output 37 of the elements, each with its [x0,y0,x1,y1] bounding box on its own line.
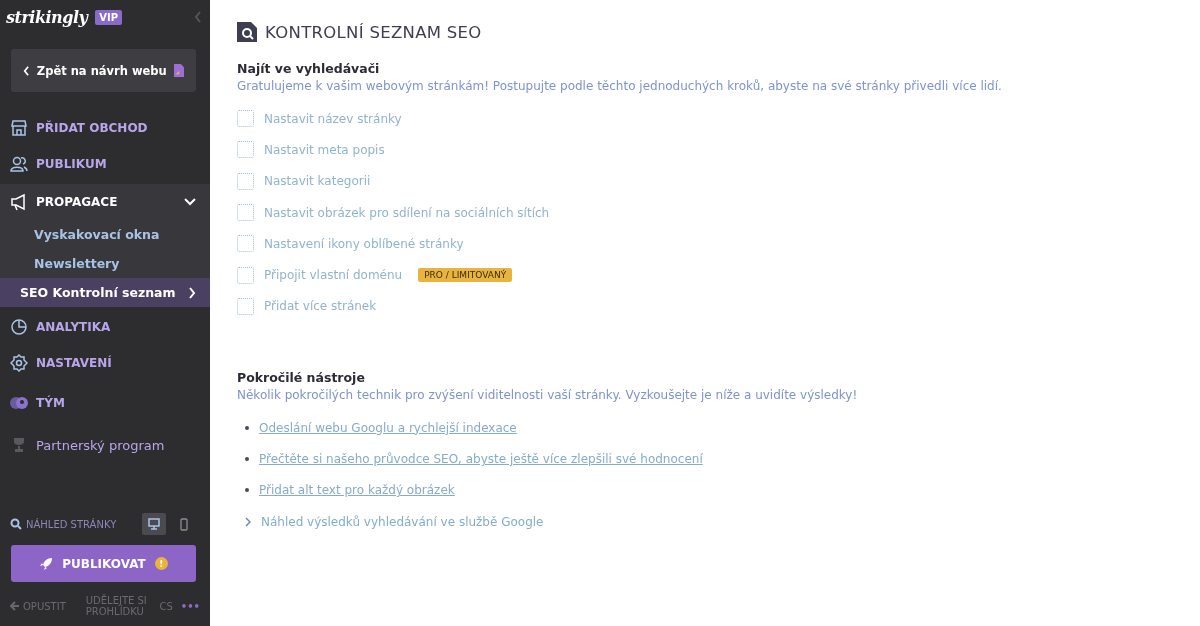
nav-subitem[interactable]: Vyskakovací okna [0,220,210,249]
link[interactable]: Přečtěte si našeho průvodce SEO, abyste ještě více zlepšili své hodnocení [259,452,703,466]
nav-subitem[interactable]: Newslettery [0,249,210,278]
page-title: KONTROLNÍ SEZNAM SEO [265,22,482,42]
checklist-item[interactable]: Nastavení ikony oblíbené stránky [264,236,464,251]
nav-subitem[interactable]: SEO Kontrolní seznam [0,278,210,307]
warning-badge: ! [154,557,168,570]
section-intro: Gratulujeme k vašim webovým stránkám! Postupujte podle těchto jednoduchých kroků, abyste na své stránky přivedli více lidí. [237,79,1003,93]
link[interactable]: Odeslání webu Googlu a rychlejší indexace [259,420,517,435]
checklist-item[interactable]: Nastavit obrázek pro sdílení na sociálních sítích [264,205,550,220]
plan-badge: PRO / LIMITOVANÝ [418,268,513,283]
nav-item[interactable]: PUBLIKUM [0,146,210,182]
nav-item[interactable]: PŘIDAT OBCHOD [0,110,210,146]
nav-item[interactable]: NASTAVENÍ [0,345,210,381]
checklist-item[interactable]: Připojit vlastní doménu [264,268,403,283]
vip-badge: VIP [95,9,123,25]
section-intro: Několik pokročilých technik pro zvýšení viditelnosti vaší stránky. Vyzkoušejte je níže a uvidíte výsledky! [237,388,859,403]
section-heading: Pokročilé nástroje [237,370,366,386]
nav-item[interactable]: TÝM [0,381,210,425]
back-button[interactable]: Zpět na návrh webu [11,49,196,92]
preview-label: NÁHLED STRÁNKY [26,518,117,530]
nav-item[interactable]: PROPAGACE [0,184,210,220]
publish-button[interactable]: PUBLIKOVAT ! [11,545,196,582]
more-button[interactable]: ••• [180,600,200,612]
checklist-item[interactable]: Přidat více stránek [264,299,377,314]
checklist-item[interactable]: Nastavit meta popis [264,142,385,157]
checklist-item[interactable]: Nastavit kategorii [264,174,371,189]
logo: strikingly [6,7,88,27]
exit-link[interactable]: OPUSTIT [10,600,66,612]
section-heading: Najít ve vyhledávači [237,61,381,76]
language-selector[interactable]: CS [159,600,173,612]
checklist-item[interactable]: Nastavit název stránky [264,111,402,126]
expander[interactable]: Náhled výsledků vyhledávání ve službě Google [261,514,544,529]
tour-link[interactable]: UDĚLEJTE SI PROHLÍDKU [85,595,152,617]
nav-item[interactable]: Partnerský program [0,425,210,465]
nav-item[interactable]: ANALYTIKA [0,309,210,345]
link[interactable]: Přidat alt text pro každý obrázek [259,483,455,498]
